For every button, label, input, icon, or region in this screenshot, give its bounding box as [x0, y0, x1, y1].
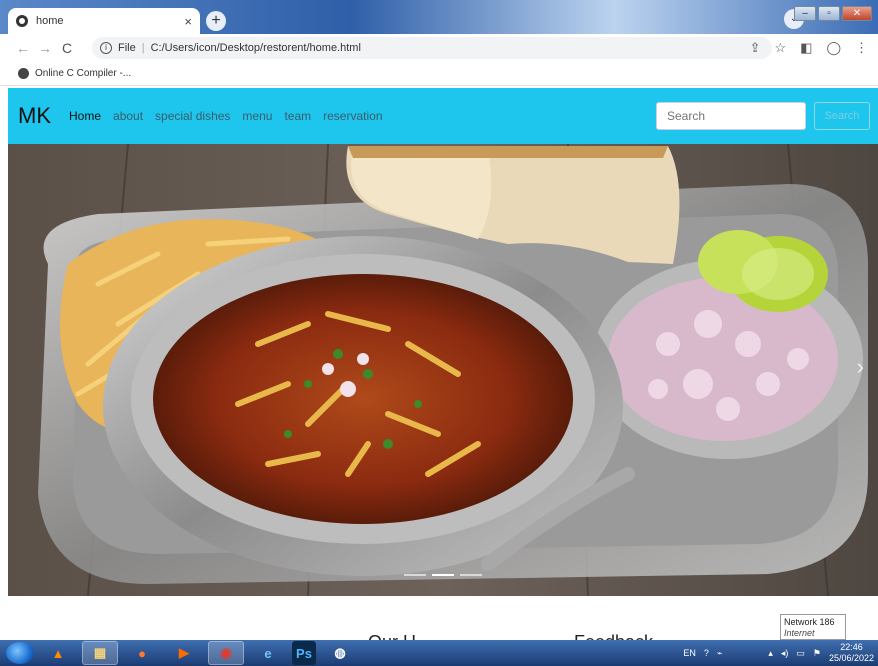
- nav-special-dishes[interactable]: special dishes: [155, 109, 230, 123]
- info-icon[interactable]: i: [100, 42, 112, 54]
- site-brand[interactable]: MK: [18, 103, 51, 129]
- close-window-button[interactable]: ✕: [842, 6, 872, 21]
- minimize-button[interactable]: –: [794, 6, 816, 21]
- system-tray: EN ? ⌁ ▴ ◂) ▭ ⚑ 22:46 25/06/2022: [683, 640, 874, 666]
- globe-icon: [18, 68, 29, 79]
- vlc-icon[interactable]: ▲: [40, 641, 76, 665]
- search-button[interactable]: Search: [814, 102, 870, 130]
- forward-icon[interactable]: →: [34, 40, 56, 56]
- sidepanel-icon[interactable]: ◧: [800, 40, 812, 56]
- network-icon[interactable]: ⌁: [717, 648, 722, 659]
- share-icon[interactable]: ⇪: [750, 40, 761, 56]
- carousel-indicators: [404, 574, 482, 576]
- language-indicator[interactable]: EN: [683, 648, 696, 658]
- address-actions: ⇪ ☆ ◧ ◯ ⋮: [750, 40, 868, 56]
- url-scheme-label: File: [118, 42, 136, 54]
- address-toolbar: ← → C i File | C:/Users/icon/Desktop/res…: [0, 34, 878, 62]
- volume-icon[interactable]: ◂): [781, 648, 789, 659]
- ie-icon[interactable]: e: [250, 641, 286, 665]
- browser-titlebar: home × + ⌄ – ▫ ✕: [0, 0, 878, 34]
- monitor-icon[interactable]: ▭: [796, 648, 805, 659]
- menu-icon[interactable]: ⋮: [855, 40, 868, 56]
- clock-date: 25/06/2022: [828, 653, 874, 663]
- carousel-indicator[interactable]: [460, 574, 482, 576]
- clock[interactable]: 22:46 25/06/2022: [829, 642, 874, 664]
- url-path: C:/Users/icon/Desktop/restorent/home.htm…: [150, 42, 361, 54]
- nav-team[interactable]: team: [284, 109, 311, 123]
- page-section-below: Our H Feedback: [0, 596, 878, 652]
- url-bar[interactable]: i File | C:/Users/icon/Desktop/restorent…: [92, 37, 772, 59]
- taskbar: ▲ ▦ ● ▶ ◉ e Ps ◍ EN ? ⌁ ▴ ◂) ▭ ⚑ 22:46 2…: [0, 640, 878, 666]
- nav-home[interactable]: Home: [69, 109, 101, 123]
- new-tab-button[interactable]: +: [206, 11, 226, 31]
- back-icon[interactable]: ←: [12, 40, 34, 56]
- flag-icon[interactable]: ⚑: [813, 648, 821, 659]
- tab-close-icon[interactable]: ×: [184, 14, 192, 29]
- carousel-indicator[interactable]: [432, 574, 454, 576]
- star-icon[interactable]: ☆: [774, 40, 786, 56]
- site-navbar: MK Home about special dishes menu team r…: [8, 88, 878, 144]
- nav-about[interactable]: about: [113, 109, 143, 123]
- help-icon[interactable]: ?: [704, 648, 709, 658]
- media-player-icon[interactable]: ▶: [166, 641, 202, 665]
- window-controls: – ▫ ✕: [794, 6, 872, 21]
- carousel-indicator[interactable]: [404, 574, 426, 576]
- tray-arrow-icon[interactable]: ▴: [768, 648, 773, 659]
- url-separator: |: [141, 42, 145, 54]
- bookmark-item[interactable]: Online C Compiler -...: [35, 68, 131, 79]
- start-button[interactable]: [6, 642, 34, 664]
- bookmarks-bar: Online C Compiler -...: [0, 62, 878, 86]
- tooltip-line: Network 186: [784, 617, 835, 627]
- profile-icon[interactable]: ◯: [826, 40, 841, 56]
- chrome-icon[interactable]: ◉: [208, 641, 244, 665]
- firefox-icon[interactable]: ●: [124, 641, 160, 665]
- hero-carousel: ›: [8, 144, 878, 596]
- nav-reservation[interactable]: reservation: [323, 109, 382, 123]
- browser-tab[interactable]: home ×: [8, 8, 200, 34]
- clock-time: 22:46: [840, 642, 863, 652]
- maximize-button[interactable]: ▫: [818, 6, 840, 21]
- nav-menu[interactable]: menu: [242, 109, 272, 123]
- carousel-next-icon[interactable]: ›: [857, 354, 864, 380]
- reload-icon[interactable]: C: [56, 40, 78, 56]
- search-input[interactable]: [656, 102, 806, 130]
- tab-title: home: [36, 15, 64, 27]
- network-tooltip: Network 186 Internet access: [780, 614, 846, 649]
- photoshop-icon[interactable]: Ps: [292, 641, 316, 665]
- explorer-icon[interactable]: ▦: [82, 641, 118, 665]
- globe-icon: [16, 15, 28, 27]
- app-icon[interactable]: ◍: [322, 641, 358, 665]
- hero-food-image: [8, 144, 878, 596]
